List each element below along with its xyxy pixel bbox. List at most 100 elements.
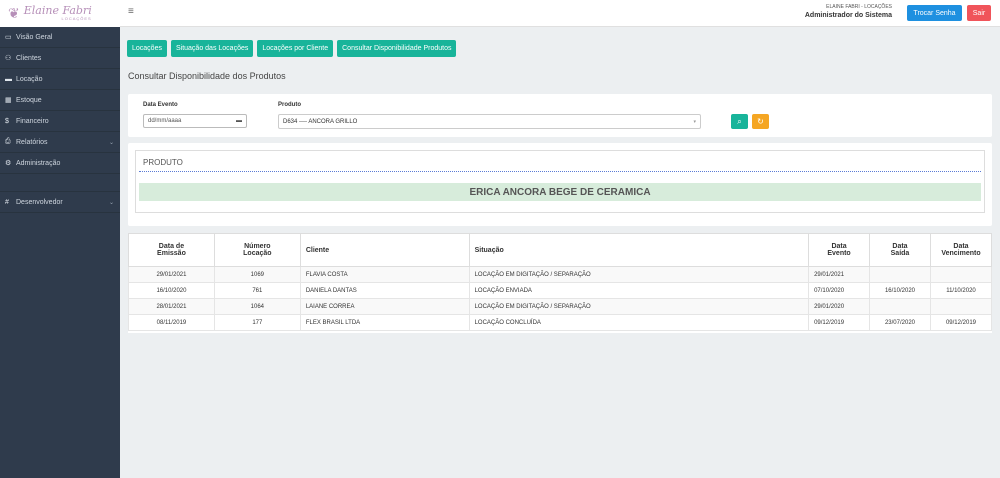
grid-icon: ▦ — [5, 97, 12, 104]
caret-down-icon: ▾ — [693, 118, 696, 125]
col-header-numero[interactable]: Número Locação — [213, 233, 301, 267]
cell-evento: 07/10/2020 — [808, 282, 871, 299]
availability-table-wrap: Data de Emissão Número Locação Cliente Sit… — [128, 233, 993, 333]
sidebar-item-label: Financeiro — [16, 117, 49, 125]
logout-button[interactable]: Sair — [967, 5, 991, 21]
cell-vencimento: 09/12/2019 — [929, 314, 993, 331]
cell-situacao: LOCAÇÃO EM DIGITAÇÃO / SEPARAÇÃO — [468, 266, 810, 283]
date-label: Data Evento — [143, 102, 178, 108]
cell-emissao: 28/01/2021 — [128, 298, 215, 315]
card-icon: ▬ — [5, 75, 12, 83]
logo-mark-icon: ❦ — [8, 5, 20, 21]
cell-saida — [869, 298, 931, 315]
search-icon: ⌕ — [737, 116, 742, 126]
print-icon: ⎙ — [5, 138, 11, 145]
sidebar: ▭ Visão Geral ⚇ Clientes ▬ Locação ▦ Est… — [0, 27, 120, 478]
cell-emissao: 29/01/2021 — [128, 266, 215, 283]
cell-situacao: LOCAÇÃO ENVIADA — [468, 282, 810, 299]
nav-disponibilidade-button[interactable]: Consultar Disponibilidade Produtos — [337, 40, 457, 57]
product-box: PRODUTO ERICA ANCORA BEGE DE CERAMICA — [135, 150, 985, 213]
cell-vencimento — [929, 298, 993, 315]
availability-table: Data de Emissão Número Locação Cliente Sit… — [128, 233, 993, 331]
cell-cliente: DANIELA DANTAS — [299, 282, 470, 299]
user-info: ELAINE FABRI - LOCAÇÕES Administrador do… — [805, 4, 892, 19]
sidebar-item-label: Clientes — [16, 54, 42, 62]
sidebar-spacer — [0, 174, 120, 192]
sidebar-item-desenvolvedor[interactable]: # Desenvolvedor ⌄ — [0, 192, 120, 213]
table-row[interactable]: 28/01/2021 1064 LAIANE CORREA LOCAÇÃO EM… — [128, 298, 993, 315]
page-title: Consultar Disponibilidade dos Produtos — [128, 71, 286, 81]
cell-vencimento: 11/10/2020 — [929, 282, 993, 299]
hamburger-menu-icon[interactable]: ≡ — [128, 6, 134, 17]
sidebar-item-locacao[interactable]: ▬ Locação — [0, 69, 120, 90]
gear-icon: ⚙ — [5, 160, 12, 167]
cell-numero: 1064 — [213, 298, 301, 315]
nav-situacao-button[interactable]: Situação das Locações — [170, 40, 254, 57]
cell-emissao: 16/10/2020 — [128, 282, 215, 299]
col-header-emissao[interactable]: Data de Emissão — [128, 233, 215, 267]
dollar-icon: $ — [5, 117, 9, 125]
cell-saida — [869, 266, 931, 283]
sidebar-item-financeiro[interactable]: $ Financeiro — [0, 111, 120, 132]
product-label: Produto — [278, 102, 301, 108]
nav-por-cliente-button[interactable]: Locações por Cliente — [257, 40, 334, 57]
table-row[interactable]: 08/11/2019 177 FLEX BRASIL LTDA LOCAÇÃO … — [128, 314, 993, 331]
col-header-vencimento[interactable]: Data Vencimento — [929, 233, 993, 267]
nav-locacoes-button[interactable]: Locações — [127, 40, 167, 57]
chevron-down-icon: ⌄ — [108, 199, 114, 206]
table-header-row: Data de Emissão Número Locação Cliente Sit… — [128, 233, 993, 267]
sidebar-item-label: Administração — [16, 159, 61, 167]
date-placeholder: dd/mm/aaaa — [148, 118, 182, 124]
table-row[interactable]: 16/10/2020 761 DANIELA DANTAS LOCAÇÃO EN… — [128, 282, 993, 299]
search-button[interactable]: ⌕ — [731, 114, 748, 129]
cell-numero: 177 — [213, 314, 301, 331]
logo[interactable]: ❦ Elaine Fabri LOCAÇÕES — [0, 0, 120, 27]
cell-numero: 761 — [213, 282, 301, 299]
calendar-icon: ▬ — [236, 118, 242, 124]
sidebar-item-clientes[interactable]: ⚇ Clientes — [0, 48, 120, 69]
sidebar-item-label: Relatórios — [16, 138, 48, 146]
table-row[interactable]: 29/01/2021 1069 FLAVIA COSTA LOCAÇÃO EM … — [128, 266, 993, 283]
chevron-down-icon: ⌄ — [108, 139, 114, 146]
change-password-button[interactable]: Trocar Senha — [907, 5, 962, 21]
sidebar-item-label: Locação — [16, 75, 43, 83]
product-select-value: D634 ---- ANCORA GRILLO — [283, 118, 358, 125]
sidebar-item-label: Desenvolvedor — [16, 198, 63, 206]
sidebar-item-label: Visão Geral — [16, 33, 53, 41]
product-heading: PRODUTO — [143, 158, 183, 167]
users-icon: ⚇ — [5, 55, 12, 62]
col-header-cliente[interactable]: Cliente — [299, 233, 470, 267]
cell-cliente: FLEX BRASIL LTDA — [299, 314, 470, 331]
cell-situacao: LOCAÇÃO EM DIGITAÇÃO / SEPARAÇÃO — [468, 298, 810, 315]
top-bar: ❦ Elaine Fabri LOCAÇÕES ≡ ELAINE FABRI -… — [0, 0, 1000, 27]
refresh-button[interactable]: ↻ — [752, 114, 769, 129]
product-select[interactable]: D634 ---- ANCORA GRILLO ▾ — [278, 114, 701, 129]
company-name: ELAINE FABRI - LOCAÇÕES — [826, 4, 892, 10]
sidebar-item-administracao[interactable]: ⚙ Administração — [0, 153, 120, 174]
cell-numero: 1069 — [213, 266, 301, 283]
sidebar-item-label: Estoque — [16, 96, 42, 104]
event-date-input[interactable]: dd/mm/aaaa ▬ — [143, 114, 247, 128]
sidebar-item-estoque[interactable]: ▦ Estoque — [0, 90, 120, 111]
module-nav: Locações Situação das Locações Locações … — [127, 40, 457, 57]
cell-saida: 23/07/2020 — [869, 314, 931, 331]
cell-cliente: FLAVIA COSTA — [299, 266, 470, 283]
monitor-icon: ▭ — [5, 34, 12, 41]
sidebar-item-relatorios[interactable]: ⎙ Relatórios ⌄ — [0, 132, 120, 153]
cell-cliente: LAIANE CORREA — [299, 298, 470, 315]
sidebar-item-visao-geral[interactable]: ▭ Visão Geral — [0, 27, 120, 48]
cell-situacao: LOCAÇÃO CONCLUÍDA — [468, 314, 810, 331]
col-header-evento[interactable]: Data Evento — [808, 233, 871, 267]
user-role: Administrador do Sistema — [804, 12, 892, 19]
product-name-banner: ERICA ANCORA BEGE DE CERAMICA — [139, 183, 981, 201]
cell-saida: 16/10/2020 — [869, 282, 931, 299]
col-header-saida[interactable]: Data Saída — [869, 233, 931, 267]
col-header-situacao[interactable]: Situação — [468, 233, 810, 267]
divider — [139, 171, 981, 172]
cell-evento: 29/01/2020 — [808, 298, 871, 315]
product-panel: PRODUTO ERICA ANCORA BEGE DE CERAMICA — [128, 143, 992, 226]
cell-evento: 09/12/2019 — [808, 314, 871, 331]
hash-icon: # — [5, 198, 9, 206]
cell-emissao: 08/11/2019 — [128, 314, 215, 331]
cell-evento: 29/01/2021 — [808, 266, 871, 283]
